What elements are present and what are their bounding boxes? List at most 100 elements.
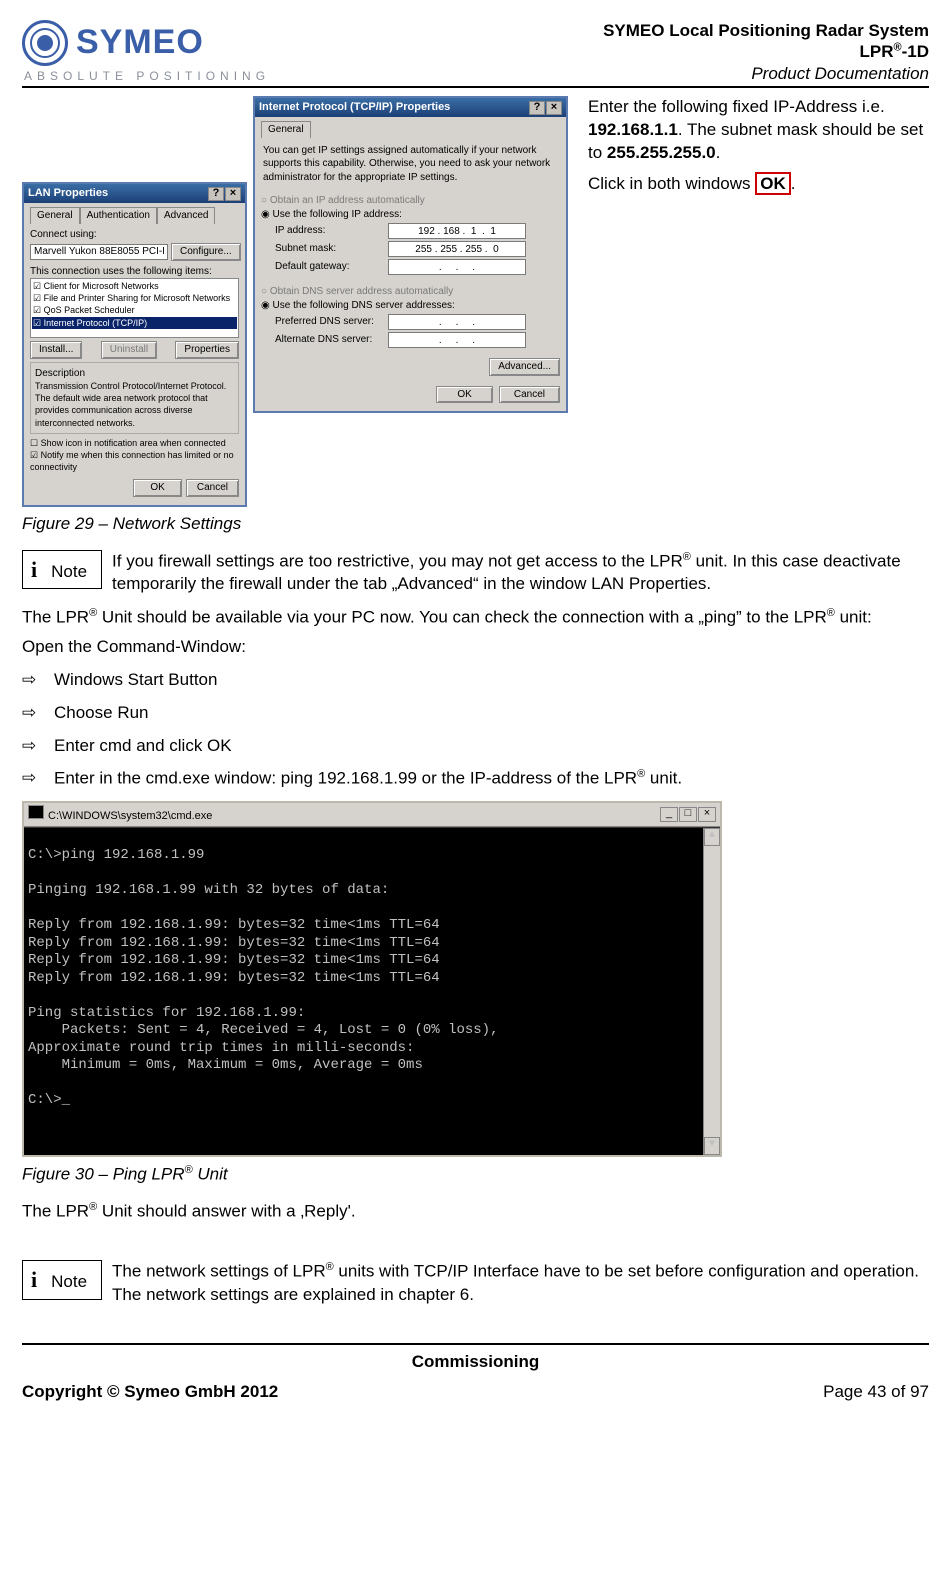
- ip-address-field[interactable]: [388, 223, 526, 239]
- maximize-icon[interactable]: □: [679, 807, 697, 822]
- page-header: SYMEO ABSOLUTE POSITIONING SYMEO Local P…: [22, 20, 929, 88]
- description-text: Transmission Control Protocol/Internet P…: [35, 380, 234, 429]
- page-number: Page 43 of 97: [823, 1381, 929, 1404]
- subnet-mask-label: Subnet mask:: [275, 242, 385, 256]
- page-footer: Commissioning Copyright © Symeo GmbH 201…: [22, 1343, 929, 1405]
- list-item[interactable]: Client for Microsoft Networks: [32, 280, 237, 292]
- section-title: Commissioning: [22, 1351, 929, 1374]
- scrollbar[interactable]: ▲▼: [703, 828, 720, 1155]
- help-icon[interactable]: ?: [529, 101, 545, 115]
- list-item: ⇨Enter in the cmd.exe window: ping 192.1…: [22, 767, 929, 791]
- install-button[interactable]: Install...: [30, 341, 82, 359]
- ip-address-label: IP address:: [275, 224, 385, 238]
- window-title: LAN Properties: [28, 186, 108, 201]
- figure-29-caption: Figure 29 – Network Settings: [22, 513, 929, 536]
- lan-properties-window: LAN Properties ?× GeneralAuthenticationA…: [22, 182, 247, 506]
- close-icon[interactable]: ×: [698, 807, 716, 822]
- advanced-button[interactable]: Advanced...: [489, 358, 560, 376]
- body-paragraph: The LPR® Unit should answer with a ‚Repl…: [22, 1200, 929, 1224]
- items-label: This connection uses the following items…: [30, 265, 239, 279]
- note-text: If you firewall settings are too restric…: [112, 550, 929, 597]
- note-badge: i Note: [22, 1260, 102, 1300]
- doc-title-line1: SYMEO Local Positioning Radar System: [603, 20, 929, 41]
- note-block: i Note The network settings of LPR® units…: [22, 1260, 929, 1307]
- subnet-mask-field[interactable]: [388, 241, 526, 257]
- note-block: i Note If you firewall settings are too r…: [22, 550, 929, 597]
- company-logo: SYMEO ABSOLUTE POSITIONING: [22, 20, 270, 84]
- help-icon[interactable]: ?: [208, 187, 224, 201]
- note-badge: i Note: [22, 550, 102, 590]
- cancel-button[interactable]: Cancel: [186, 479, 239, 497]
- ok-highlight: OK: [755, 172, 791, 195]
- note-label: Note: [51, 1272, 87, 1291]
- window-titlebar[interactable]: C:\WINDOWS\system32\cmd.exe _□×: [24, 803, 720, 827]
- arrow-icon: ⇨: [22, 735, 40, 758]
- obtain-dns-auto-radio: Obtain DNS server address automatically: [261, 285, 560, 299]
- components-list[interactable]: Client for Microsoft Networks File and P…: [30, 278, 239, 338]
- arrow-icon: ⇨: [22, 702, 40, 725]
- info-icon: i: [31, 1267, 37, 1292]
- doc-title-line3: Product Documentation: [603, 63, 929, 84]
- terminal-icon: [28, 805, 44, 819]
- description-label: Description: [35, 367, 234, 381]
- tab-authentication[interactable]: Authentication: [80, 207, 157, 224]
- preferred-dns-field[interactable]: [388, 314, 526, 330]
- list-item-selected[interactable]: Internet Protocol (TCP/IP): [32, 317, 237, 329]
- note-text: The network settings of LPR® units with …: [112, 1260, 929, 1307]
- list-item[interactable]: File and Printer Sharing for Microsoft N…: [32, 292, 237, 304]
- document-meta: SYMEO Local Positioning Radar System LPR…: [603, 20, 929, 84]
- arrow-icon: ⇨: [22, 669, 40, 692]
- obtain-ip-auto-radio[interactable]: Obtain an IP address automatically: [261, 194, 560, 208]
- logo-subtitle: ABSOLUTE POSITIONING: [24, 68, 270, 84]
- cmd-window: C:\WINDOWS\system32\cmd.exe _□× C:\>ping…: [22, 801, 722, 1157]
- instruction-text: Enter the following fixed IP-Address i.e…: [588, 96, 929, 204]
- default-gateway-label: Default gateway:: [275, 260, 385, 274]
- scroll-up-icon[interactable]: ▲: [704, 828, 720, 846]
- alternate-dns-label: Alternate DNS server:: [275, 333, 385, 347]
- ok-button[interactable]: OK: [436, 386, 492, 404]
- tab-strip: GeneralAuthenticationAdvanced: [30, 207, 239, 224]
- show-icon-checkbox[interactable]: Show icon in notification area when conn…: [30, 437, 239, 449]
- properties-button[interactable]: Properties: [175, 341, 239, 359]
- list-item: ⇨Choose Run: [22, 702, 929, 725]
- logo-text: SYMEO: [76, 20, 204, 66]
- alternate-dns-field[interactable]: [388, 332, 526, 348]
- tab-general[interactable]: General: [30, 207, 80, 224]
- use-following-ip-radio[interactable]: Use the following IP address:: [261, 208, 560, 222]
- tab-general[interactable]: General: [261, 121, 311, 138]
- close-icon[interactable]: ×: [546, 101, 562, 115]
- minimize-icon[interactable]: _: [660, 807, 678, 822]
- connect-using-label: Connect using:: [30, 228, 239, 242]
- list-item: ⇨Windows Start Button: [22, 669, 929, 692]
- use-following-dns-radio[interactable]: Use the following DNS server addresses:: [261, 299, 560, 313]
- figure-30-caption: Figure 30 – Ping LPR® Unit: [22, 1163, 929, 1187]
- adapter-field[interactable]: [30, 244, 168, 260]
- tab-advanced[interactable]: Advanced: [157, 207, 215, 224]
- notify-checkbox[interactable]: Notify me when this connection has limit…: [30, 449, 239, 473]
- target-icon: [22, 20, 68, 66]
- uninstall-button: Uninstall: [101, 341, 157, 359]
- step-list: ⇨Windows Start Button ⇨Choose Run ⇨Enter…: [22, 669, 929, 791]
- preferred-dns-label: Preferred DNS server:: [275, 315, 385, 329]
- window-titlebar[interactable]: LAN Properties ?×: [24, 184, 245, 203]
- configure-button[interactable]: Configure...: [171, 243, 241, 261]
- tcpip-properties-window: Internet Protocol (TCP/IP) Properties ?×…: [253, 96, 568, 413]
- window-title: C:\WINDOWS\system32\cmd.exe: [48, 810, 212, 822]
- cancel-button[interactable]: Cancel: [499, 386, 560, 404]
- body-paragraph: The LPR® Unit should be available via yo…: [22, 606, 929, 630]
- default-gateway-field[interactable]: [388, 259, 526, 275]
- tcpip-description: You can get IP settings assigned automat…: [263, 144, 558, 185]
- copyright-text: Copyright © Symeo GmbH 2012: [22, 1381, 278, 1404]
- description-group: Description Transmission Control Protoco…: [30, 362, 239, 434]
- figure-29: LAN Properties ?× GeneralAuthenticationA…: [22, 96, 929, 506]
- info-icon: i: [31, 557, 37, 582]
- window-title: Internet Protocol (TCP/IP) Properties: [259, 100, 450, 115]
- arrow-icon: ⇨: [22, 767, 40, 791]
- ok-button[interactable]: OK: [133, 479, 181, 497]
- note-label: Note: [51, 562, 87, 581]
- close-icon[interactable]: ×: [225, 187, 241, 201]
- scroll-down-icon[interactable]: ▼: [704, 1137, 720, 1155]
- terminal-output[interactable]: C:\>ping 192.168.1.99 Pinging 192.168.1.…: [24, 827, 720, 1155]
- list-item[interactable]: QoS Packet Scheduler: [32, 304, 237, 316]
- window-titlebar[interactable]: Internet Protocol (TCP/IP) Properties ?×: [255, 98, 566, 117]
